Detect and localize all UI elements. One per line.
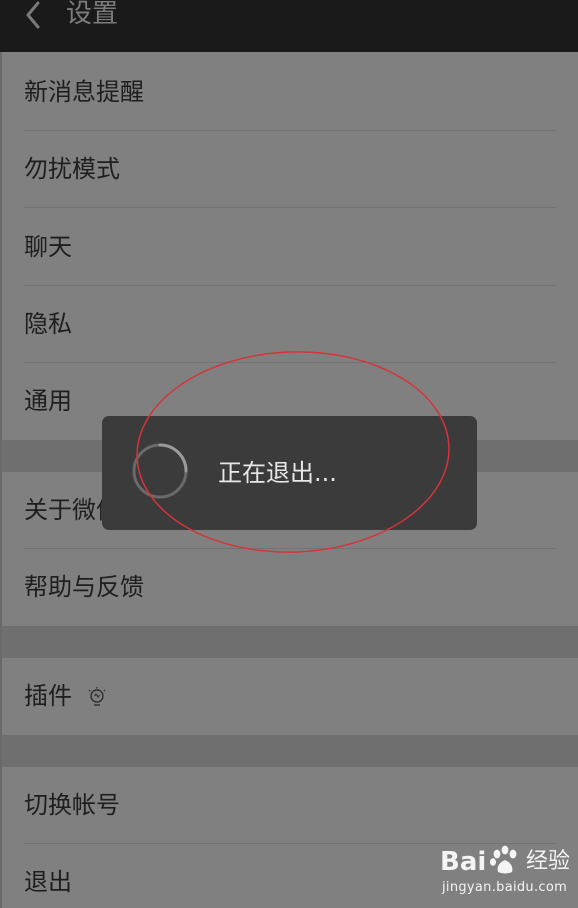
watermark-brand-latin: Bai (440, 847, 487, 877)
toast-message: 正在退出... (218, 459, 337, 487)
settings-item-chat[interactable]: 聊天 (0, 209, 578, 286)
settings-item-label: 帮助与反馈 (24, 573, 144, 601)
settings-item-label: 退出 (24, 868, 72, 896)
settings-item-label: 新消息提醒 (24, 78, 144, 106)
settings-item-label: 隐私 (24, 310, 72, 338)
settings-item-do-not-disturb[interactable]: 勿扰模式 (0, 131, 578, 208)
title-bar: 设置 (0, 0, 578, 52)
watermark-url: jingyan.baidu.com (442, 880, 568, 895)
divider (24, 207, 556, 208)
watermark-brand-cn: 经验 (526, 849, 571, 874)
settings-item-new-message-alerts[interactable]: 新消息提醒 (0, 54, 578, 131)
app-screen: 设置 新消息提醒 勿扰模式 聊天 隐私 通用 关于微信 帮助与反馈 插件 切换帐… (0, 0, 578, 908)
back-icon[interactable] (20, 0, 48, 30)
lightbulb-icon (88, 687, 106, 706)
section-gap (0, 626, 578, 658)
section-gap (0, 735, 578, 767)
page-title: 设置 (66, 0, 119, 29)
settings-item-label: 勿扰模式 (24, 155, 120, 183)
watermark: Bai 经验 jingyan.baidu.com (440, 842, 572, 904)
settings-item-privacy[interactable]: 隐私 (0, 286, 578, 363)
settings-item-label: 切换帐号 (24, 791, 120, 819)
settings-item-label: 聊天 (24, 233, 72, 261)
loading-toast: 正在退出... (102, 416, 477, 530)
spinner-icon (132, 443, 188, 499)
settings-item-help-feedback[interactable]: 帮助与反馈 (0, 549, 578, 626)
settings-item-plugins[interactable]: 插件 (0, 658, 578, 735)
settings-item-label: 插件 (24, 682, 72, 710)
settings-item-label: 通用 (24, 387, 72, 415)
paw-icon (490, 845, 517, 874)
dim-edge (0, 52, 2, 908)
settings-item-switch-account[interactable]: 切换帐号 (0, 767, 578, 844)
